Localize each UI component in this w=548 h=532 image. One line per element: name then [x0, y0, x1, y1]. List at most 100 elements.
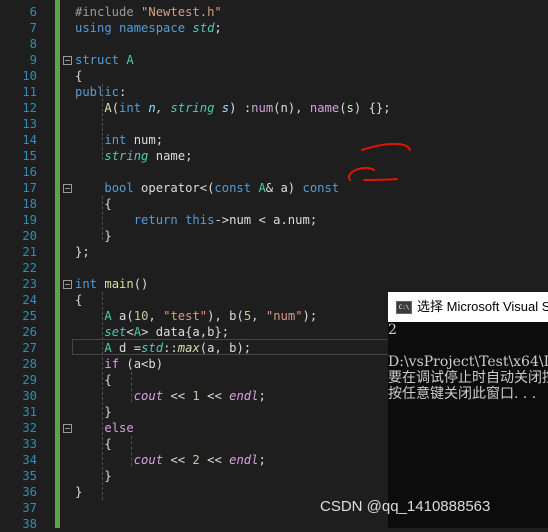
code-line[interactable]: 12 A(int n, string s) :num(n), name(s) {… — [0, 100, 548, 116]
code-line[interactable]: 10 { — [0, 68, 548, 84]
code-text: A a(10, "test"), b(5, "num"); — [75, 308, 317, 324]
code-token: else — [104, 421, 134, 435]
debug-console-window[interactable]: C:\ 选择 Microsoft Visual Studio 调试控制台 2 D… — [388, 292, 548, 528]
code-line[interactable]: 17− bool operator<(const A& a) const — [0, 180, 548, 196]
code-token: ; — [214, 21, 222, 35]
line-number: 8 — [29, 37, 37, 51]
code-token: "num" — [265, 309, 303, 323]
code-line[interactable]: 23 − int main() — [0, 276, 548, 292]
code-line[interactable]: 15 string name; — [0, 148, 548, 164]
code-text: int num; — [75, 132, 163, 148]
code-line[interactable]: 16 — [0, 164, 548, 180]
code-token: << — [163, 389, 193, 403]
code-token: () — [133, 277, 149, 291]
line-number: 34 — [22, 453, 37, 467]
code-token: A — [133, 325, 142, 339]
code-token: } — [75, 405, 112, 419]
line-number: 31 — [22, 405, 37, 419]
code-text: set<A> data{a,b}; — [75, 324, 229, 340]
code-token: > data{a,b}; — [141, 325, 230, 339]
code-token: , — [148, 309, 164, 323]
code-token: }; — [75, 245, 90, 259]
code-token: endl — [229, 453, 259, 467]
indent-guide — [131, 436, 132, 466]
code-line[interactable]: 7 using namespace std; — [0, 20, 548, 36]
code-text: { — [75, 372, 111, 388]
code-text: { — [75, 68, 82, 84]
code-text: else — [75, 420, 134, 436]
code-line[interactable]: 9 − struct A — [0, 52, 548, 68]
code-line[interactable]: 19 return this->num < a.num; — [0, 212, 548, 228]
code-token: public — [75, 85, 120, 99]
code-token: : — [119, 85, 127, 99]
console-line: 2 — [388, 322, 397, 338]
code-text: using namespace std; — [75, 20, 222, 36]
collapse-toggle-icon[interactable]: − — [63, 424, 72, 433]
line-number: 11 — [22, 85, 37, 99]
code-token: << — [199, 453, 230, 467]
collapse-toggle-icon[interactable]: − — [63, 280, 72, 289]
code-line[interactable]: 18 { — [0, 196, 548, 212]
code-line[interactable]: 20 } — [0, 228, 548, 244]
console-title-bar[interactable]: C:\ 选择 Microsoft Visual Studio 调试控制台 — [388, 292, 548, 322]
code-text: { — [75, 292, 82, 308]
code-token: struct — [75, 53, 127, 67]
line-number: 26 — [22, 325, 37, 339]
code-line[interactable]: 14 int num; — [0, 132, 548, 148]
code-token: << — [199, 389, 230, 403]
code-token: ; — [258, 389, 266, 403]
code-token: A — [104, 309, 120, 323]
line-number: 28 — [22, 357, 37, 371]
line-number: 36 — [22, 485, 37, 499]
console-output: 2 D:\vsProject\Test\x64\Debug\Test.exe要在… — [388, 322, 548, 402]
code-text: } — [75, 228, 111, 244]
console-line: D:\vsProject\Test\x64\Debug\Test.exe — [388, 354, 548, 370]
indent-guide — [131, 372, 132, 402]
code-token: int — [119, 101, 149, 115]
collapse-toggle-icon[interactable]: − — [63, 56, 72, 65]
code-token: set — [104, 325, 127, 339]
code-token: using namespace — [75, 21, 193, 35]
code-text: { — [75, 436, 112, 452]
indent-guide — [102, 292, 103, 500]
code-token: cout — [133, 389, 164, 403]
code-text: } — [75, 484, 82, 500]
code-line[interactable]: 22 — [0, 260, 548, 276]
code-token: operator<( — [141, 181, 215, 195]
code-text: int main() — [75, 276, 148, 292]
code-token: string — [104, 149, 156, 163]
code-token: (a<b) — [126, 357, 164, 371]
line-number: 33 — [22, 437, 37, 451]
code-token: name — [155, 149, 186, 163]
line-number: 19 — [22, 213, 37, 227]
console-line: 要在调试停止时自动关闭控制台 — [388, 370, 548, 386]
code-token: main — [104, 277, 134, 291]
line-number: 37 — [22, 501, 37, 515]
code-token: { — [75, 437, 112, 451]
code-line[interactable]: 13 — [0, 116, 548, 132]
code-token: name — [309, 101, 340, 115]
code-line[interactable]: 6 #include "Newtest.h" — [0, 4, 548, 20]
indent-guide — [102, 196, 103, 240]
line-number: 15 — [22, 149, 37, 163]
code-token: } — [75, 469, 112, 483]
collapse-toggle-icon[interactable]: − — [63, 184, 72, 193]
code-text: cout << 1 << endl; — [75, 388, 266, 404]
code-token: num — [133, 133, 156, 147]
code-token: { — [75, 197, 112, 211]
line-number: 7 — [29, 21, 37, 35]
line-number: 10 — [22, 69, 37, 83]
code-text: #include "Newtest.h" — [75, 4, 222, 20]
code-line[interactable]: 21}; — [0, 244, 548, 260]
code-text: return this->num < a.num; — [75, 212, 317, 228]
code-token: int — [104, 133, 134, 147]
code-line[interactable]: 8 — [0, 36, 548, 52]
code-line[interactable]: 11 public: — [0, 84, 548, 100]
code-text: bool operator<(const A& a) const — [75, 180, 339, 196]
